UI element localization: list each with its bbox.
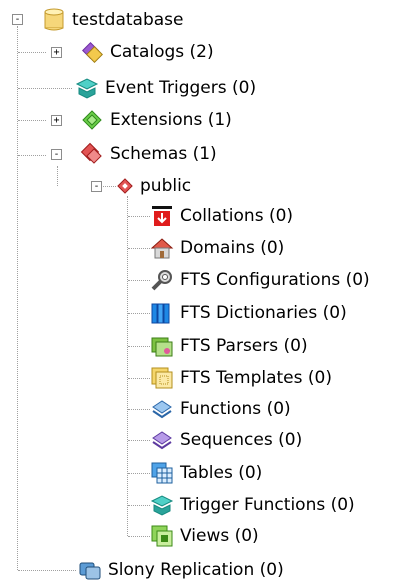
tree-branch (128, 313, 150, 314)
root-expander[interactable]: - (12, 14, 23, 25)
collations-icon (150, 204, 174, 228)
tree-node-label: Domains (0) (180, 238, 285, 258)
tree-branch (128, 346, 150, 347)
tree-node-sequences[interactable]: Sequences (0) (150, 425, 302, 455)
catalogs-expander[interactable]: + (51, 47, 62, 58)
tree-node-label: public (140, 176, 192, 196)
tree-node-trigger-functions[interactable]: Trigger Functions (0) (150, 490, 355, 520)
schema-public-icon (116, 174, 134, 198)
tree-branch (128, 440, 150, 441)
tree-node-label: Views (0) (180, 526, 259, 546)
fts-templates-icon (150, 366, 174, 390)
fts-dictionaries-icon (150, 301, 174, 325)
tree-node-fts-templates[interactable]: FTS Templates (0) (150, 363, 332, 393)
tree-node-label: testdatabase (72, 10, 184, 30)
tree-node-label: Catalogs (2) (110, 42, 214, 62)
tree-branch (128, 280, 150, 281)
database-icon (42, 8, 66, 32)
tree-node-label: Trigger Functions (0) (180, 495, 355, 515)
trigger-functions-icon (150, 493, 174, 517)
tree-node-collations[interactable]: Collations (0) (150, 201, 293, 231)
sequences-icon (150, 428, 174, 452)
schemas-icon (80, 142, 104, 166)
tree-branch (18, 88, 72, 89)
tree-node-label: Event Triggers (0) (105, 78, 257, 98)
tree-node-fts-dictionaries[interactable]: FTS Dictionaries (0) (150, 298, 347, 328)
tree-guide-root (17, 26, 18, 570)
tree-branch (18, 155, 46, 156)
event-triggers-icon (75, 76, 99, 100)
tree-branch (128, 473, 150, 474)
tree-node-label: Sequences (0) (180, 430, 303, 450)
domains-icon (150, 236, 174, 260)
tree-node-label: Extensions (1) (110, 110, 232, 130)
tree-node-label: Tables (0) (180, 463, 263, 483)
tree-branch (18, 570, 76, 571)
tree-branch (128, 505, 150, 506)
tree-node-slony-replication[interactable]: Slony Replication (0) (78, 555, 284, 585)
tree-node-views[interactable]: Views (0) (150, 521, 259, 551)
public-expander[interactable]: - (91, 181, 102, 192)
tree-node-public[interactable]: public (116, 171, 191, 201)
tables-icon (150, 461, 174, 485)
tree-node-label: Collations (0) (180, 206, 294, 226)
tree-branch (128, 216, 150, 217)
tree-node-extensions[interactable]: Extensions (1) (80, 105, 232, 135)
tree-node-testdatabase[interactable]: testdatabase (42, 5, 183, 35)
tree-branch (128, 248, 150, 249)
tree-guide-schema-items (127, 196, 128, 536)
tree-node-fts-parsers[interactable]: FTS Parsers (0) (150, 331, 308, 361)
tree-node-catalogs[interactable]: Catalogs (2) (80, 37, 214, 67)
extensions-icon (80, 108, 104, 132)
schemas-expander[interactable]: - (51, 149, 62, 160)
tree-node-functions[interactable]: Functions (0) (150, 394, 291, 424)
tree-branch (18, 120, 46, 121)
tree-branch (128, 409, 150, 410)
tree-node-label: FTS Templates (0) (180, 368, 332, 388)
catalogs-icon (80, 40, 104, 64)
tree-node-event-triggers[interactable]: Event Triggers (0) (75, 73, 256, 103)
tree-node-label: Schemas (1) (110, 144, 217, 164)
tree-node-label: FTS Parsers (0) (180, 336, 308, 356)
views-icon (150, 524, 174, 548)
tree-node-schemas[interactable]: Schemas (1) (80, 139, 217, 169)
tree-node-label: FTS Configurations (0) (180, 270, 370, 290)
slony-replication-icon (78, 558, 102, 582)
tree-node-label: Slony Replication (0) (108, 560, 284, 580)
tree-node-tables[interactable]: Tables (0) (150, 458, 262, 488)
tree-node-domains[interactable]: Domains (0) (150, 233, 284, 263)
extensions-expander[interactable]: + (51, 115, 62, 126)
tree-branch (128, 378, 150, 379)
tree-branch (18, 52, 46, 53)
tree-node-label: FTS Dictionaries (0) (180, 303, 347, 323)
tree-node-fts-configurations[interactable]: FTS Configurations (0) (150, 265, 370, 295)
fts-configurations-icon (150, 268, 174, 292)
tree-branch (128, 536, 150, 537)
tree-node-label: Functions (0) (180, 399, 291, 419)
tree-guide-schemas (57, 166, 58, 186)
fts-parsers-icon (150, 334, 174, 358)
functions-icon (150, 397, 174, 421)
